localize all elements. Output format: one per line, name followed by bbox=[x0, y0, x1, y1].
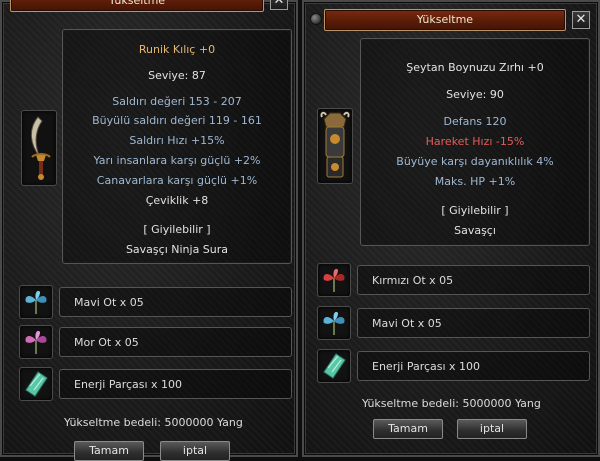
curved-sword-icon[interactable] bbox=[21, 110, 57, 186]
material-row[interactable]: Mavi Ot x 05 bbox=[19, 285, 292, 319]
window-orb-icon bbox=[310, 13, 322, 25]
material-label: Mor Ot x 05 bbox=[59, 327, 292, 357]
cancel-button[interactable]: iptal bbox=[457, 419, 527, 439]
stat-line: Büyüye karşı dayanıklılık 4% bbox=[396, 155, 554, 168]
ok-button[interactable]: Tamam bbox=[373, 419, 443, 439]
blue-herb-icon[interactable] bbox=[19, 285, 53, 319]
material-row[interactable]: Enerji Parçası x 100 bbox=[317, 349, 590, 383]
wearable-label: [ Giyilebilir ] bbox=[143, 223, 211, 236]
stat-line: Maks. HP +1% bbox=[434, 175, 516, 188]
material-row[interactable]: Enerji Parçası x 100 bbox=[19, 367, 292, 401]
stat-line: Büyülü saldırı değeri 119 - 161 bbox=[92, 114, 262, 127]
demon-horn-armor-icon[interactable] bbox=[317, 108, 353, 184]
material-label: Mavi Ot x 05 bbox=[59, 287, 292, 317]
material-label: Enerji Parçası x 100 bbox=[59, 369, 292, 399]
stat-line: Saldırı değeri 153 - 207 bbox=[112, 95, 242, 108]
material-row[interactable]: Kırmızı Ot x 05 bbox=[317, 263, 590, 297]
material-row[interactable]: Mavi Ot x 05 bbox=[317, 306, 590, 340]
material-label: Enerji Parçası x 100 bbox=[357, 351, 590, 381]
purple-herb-icon[interactable] bbox=[19, 325, 53, 359]
upgrade-window-right: Yükseltme ✕ Şeytan Boynuzu Zırhı +0 Sevi… bbox=[302, 0, 600, 457]
item-name: Şeytan Boynuzu Zırhı +0 bbox=[406, 61, 544, 74]
item-level: Seviye: 90 bbox=[446, 88, 504, 101]
wearable-label: [ Giyilebilir ] bbox=[441, 204, 509, 217]
material-row[interactable]: Mor Ot x 05 bbox=[19, 325, 292, 359]
stat-line: Canavarlara karşı güçlü +1% bbox=[96, 174, 258, 187]
window-title[interactable]: Yükseltme bbox=[10, 0, 264, 12]
class-list: Savaşçı bbox=[454, 224, 496, 237]
stat-line: Defans 120 bbox=[443, 115, 507, 128]
energy-shard-icon[interactable] bbox=[19, 367, 53, 401]
stat-line: Çeviklik +8 bbox=[145, 194, 209, 207]
upgrade-window-left: Yükseltme ✕ Runik Kılıç +0 Seviye: 87 Sa… bbox=[0, 0, 298, 461]
upgrade-cost: Yükseltme bedeli: 5000000 Yang bbox=[64, 416, 243, 429]
stat-line: Yarı insanlara karşı güçlü +2% bbox=[93, 154, 261, 167]
close-button[interactable]: ✕ bbox=[572, 11, 590, 29]
energy-shard-icon[interactable] bbox=[317, 349, 351, 383]
item-info-panel: Runik Kılıç +0 Seviye: 87 Saldırı değeri… bbox=[62, 29, 292, 264]
close-button[interactable]: ✕ bbox=[270, 0, 288, 10]
window-title[interactable]: Yükseltme bbox=[324, 9, 566, 31]
blue-herb-icon[interactable] bbox=[317, 306, 351, 340]
ok-button[interactable]: Tamam bbox=[74, 441, 144, 461]
equipment-icon-column bbox=[21, 110, 57, 186]
stat-line: Hareket Hızı -15% bbox=[425, 135, 525, 148]
class-list: Savaşçı Ninja Sura bbox=[125, 243, 229, 256]
material-label: Kırmızı Ot x 05 bbox=[357, 265, 590, 295]
upgrade-cost: Yükseltme bedeli: 5000000 Yang bbox=[362, 397, 541, 410]
stat-line: Saldırı Hızı +15% bbox=[129, 134, 225, 147]
item-name: Runik Kılıç +0 bbox=[138, 43, 216, 56]
item-level: Seviye: 87 bbox=[148, 69, 206, 82]
red-herb-icon[interactable] bbox=[317, 263, 351, 297]
material-label: Mavi Ot x 05 bbox=[357, 308, 590, 338]
item-info-panel: Şeytan Boynuzu Zırhı +0 Seviye: 90 Defan… bbox=[360, 38, 590, 246]
cancel-button[interactable]: iptal bbox=[160, 441, 230, 461]
equipment-icon-column bbox=[317, 108, 353, 184]
